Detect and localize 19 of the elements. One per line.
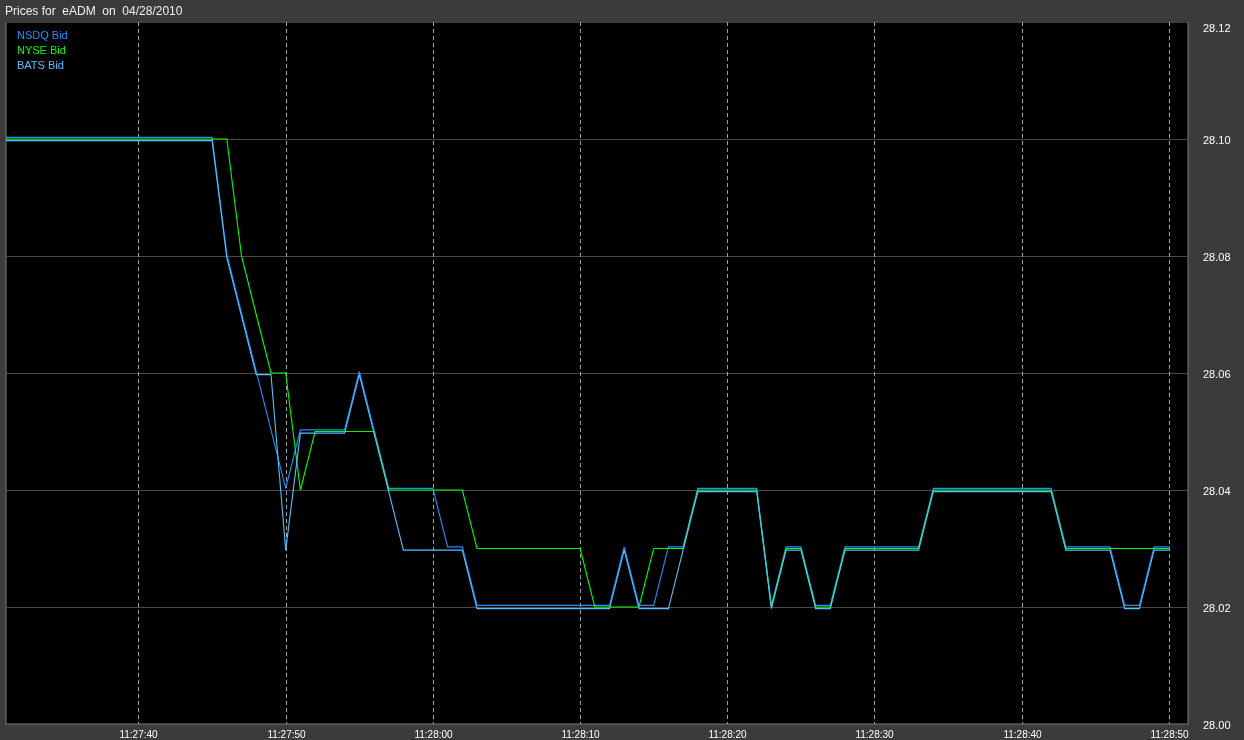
window-title: Prices for eADM on 04/28/2010 <box>5 4 183 18</box>
axis-label: 11:28:40 <box>1003 729 1042 740</box>
axis-label: 28.00 <box>1203 718 1231 731</box>
axis-label: 28.10 <box>1203 133 1231 146</box>
axis-label: 11:28:10 <box>561 729 600 740</box>
axis-label: 11:27:50 <box>267 729 306 740</box>
axis-label: 11:28:30 <box>855 729 894 740</box>
axis-label: 28.04 <box>1203 484 1231 497</box>
axis-label: 11:28:00 <box>414 729 453 740</box>
axis-label: 28.08 <box>1203 250 1231 263</box>
axis-label: 28.12 <box>1203 22 1231 34</box>
legend-label: NSDQ Bid <box>17 29 68 41</box>
axis-label: 11:28:20 <box>708 729 747 740</box>
legend-label: BATS Bid <box>17 59 64 71</box>
axis-label: 28.06 <box>1203 367 1231 380</box>
axis-label: 11:28:50 <box>1150 729 1189 740</box>
axis-label: 28.02 <box>1203 601 1231 614</box>
axis-label: 11:27:40 <box>119 729 158 740</box>
legend-label: NYSE Bid <box>17 44 66 56</box>
